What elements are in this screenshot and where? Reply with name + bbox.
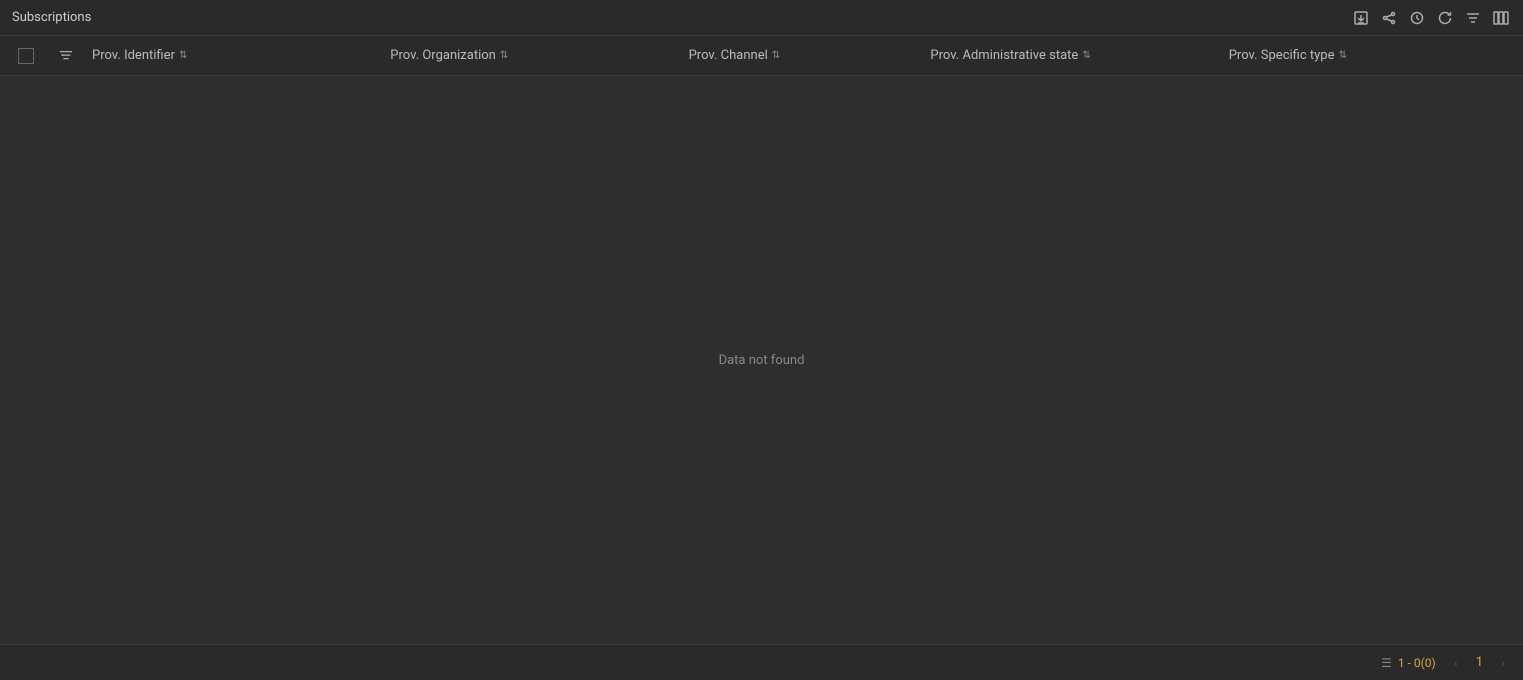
pagination-nav: ‹ 1 ›: [1444, 651, 1515, 675]
sort-icon-organization: ⇅: [500, 50, 508, 61]
sort-icon-channel: ⇅: [772, 50, 780, 61]
table-header: Prov. Identifier ⇅ Prov. Organization ⇅ …: [0, 36, 1523, 76]
title-bar: Subscriptions: [0, 0, 1523, 36]
footer: ☰ 1 - 0(0) ‹ 1 ›: [0, 644, 1523, 680]
col-header-identifier[interactable]: Prov. Identifier ⇅: [84, 48, 382, 63]
share-icon[interactable]: [1379, 8, 1399, 28]
select-all-checkbox[interactable]: [18, 48, 34, 64]
columns-icon[interactable]: [1491, 8, 1511, 28]
column-filter-icon[interactable]: [48, 49, 84, 63]
pagination-info: ☰ 1 - 0(0): [1381, 656, 1436, 670]
current-page: 1: [1472, 655, 1487, 670]
table-container: Prov. Identifier ⇅ Prov. Organization ⇅ …: [0, 36, 1523, 644]
col-header-admin-state[interactable]: Prov. Administrative state ⇅: [922, 48, 1220, 63]
empty-message: Data not found: [719, 353, 805, 368]
pagination-range: 1 - 0(0): [1398, 656, 1436, 670]
sort-icon-identifier: ⇅: [179, 50, 187, 61]
sort-icon-specific-type: ⇅: [1339, 50, 1347, 61]
history-icon[interactable]: [1407, 8, 1427, 28]
export-icon[interactable]: [1351, 8, 1371, 28]
col-header-specific-type[interactable]: Prov. Specific type ⇅: [1221, 48, 1519, 63]
col-header-organization[interactable]: Prov. Organization ⇅: [382, 48, 680, 63]
next-page-button[interactable]: ›: [1491, 651, 1515, 675]
table-body: Data not found: [0, 76, 1523, 644]
toolbar-icons: [1351, 8, 1511, 28]
sort-icon-admin-state: ⇅: [1082, 50, 1090, 61]
col-header-channel[interactable]: Prov. Channel ⇅: [681, 48, 923, 63]
prev-page-button[interactable]: ‹: [1444, 651, 1468, 675]
filter-icon[interactable]: [1463, 8, 1483, 28]
page-title: Subscriptions: [12, 10, 91, 25]
select-all-checkbox-col: [4, 48, 48, 64]
pagination-list-icon: ☰: [1381, 656, 1392, 670]
refresh-icon[interactable]: [1435, 8, 1455, 28]
